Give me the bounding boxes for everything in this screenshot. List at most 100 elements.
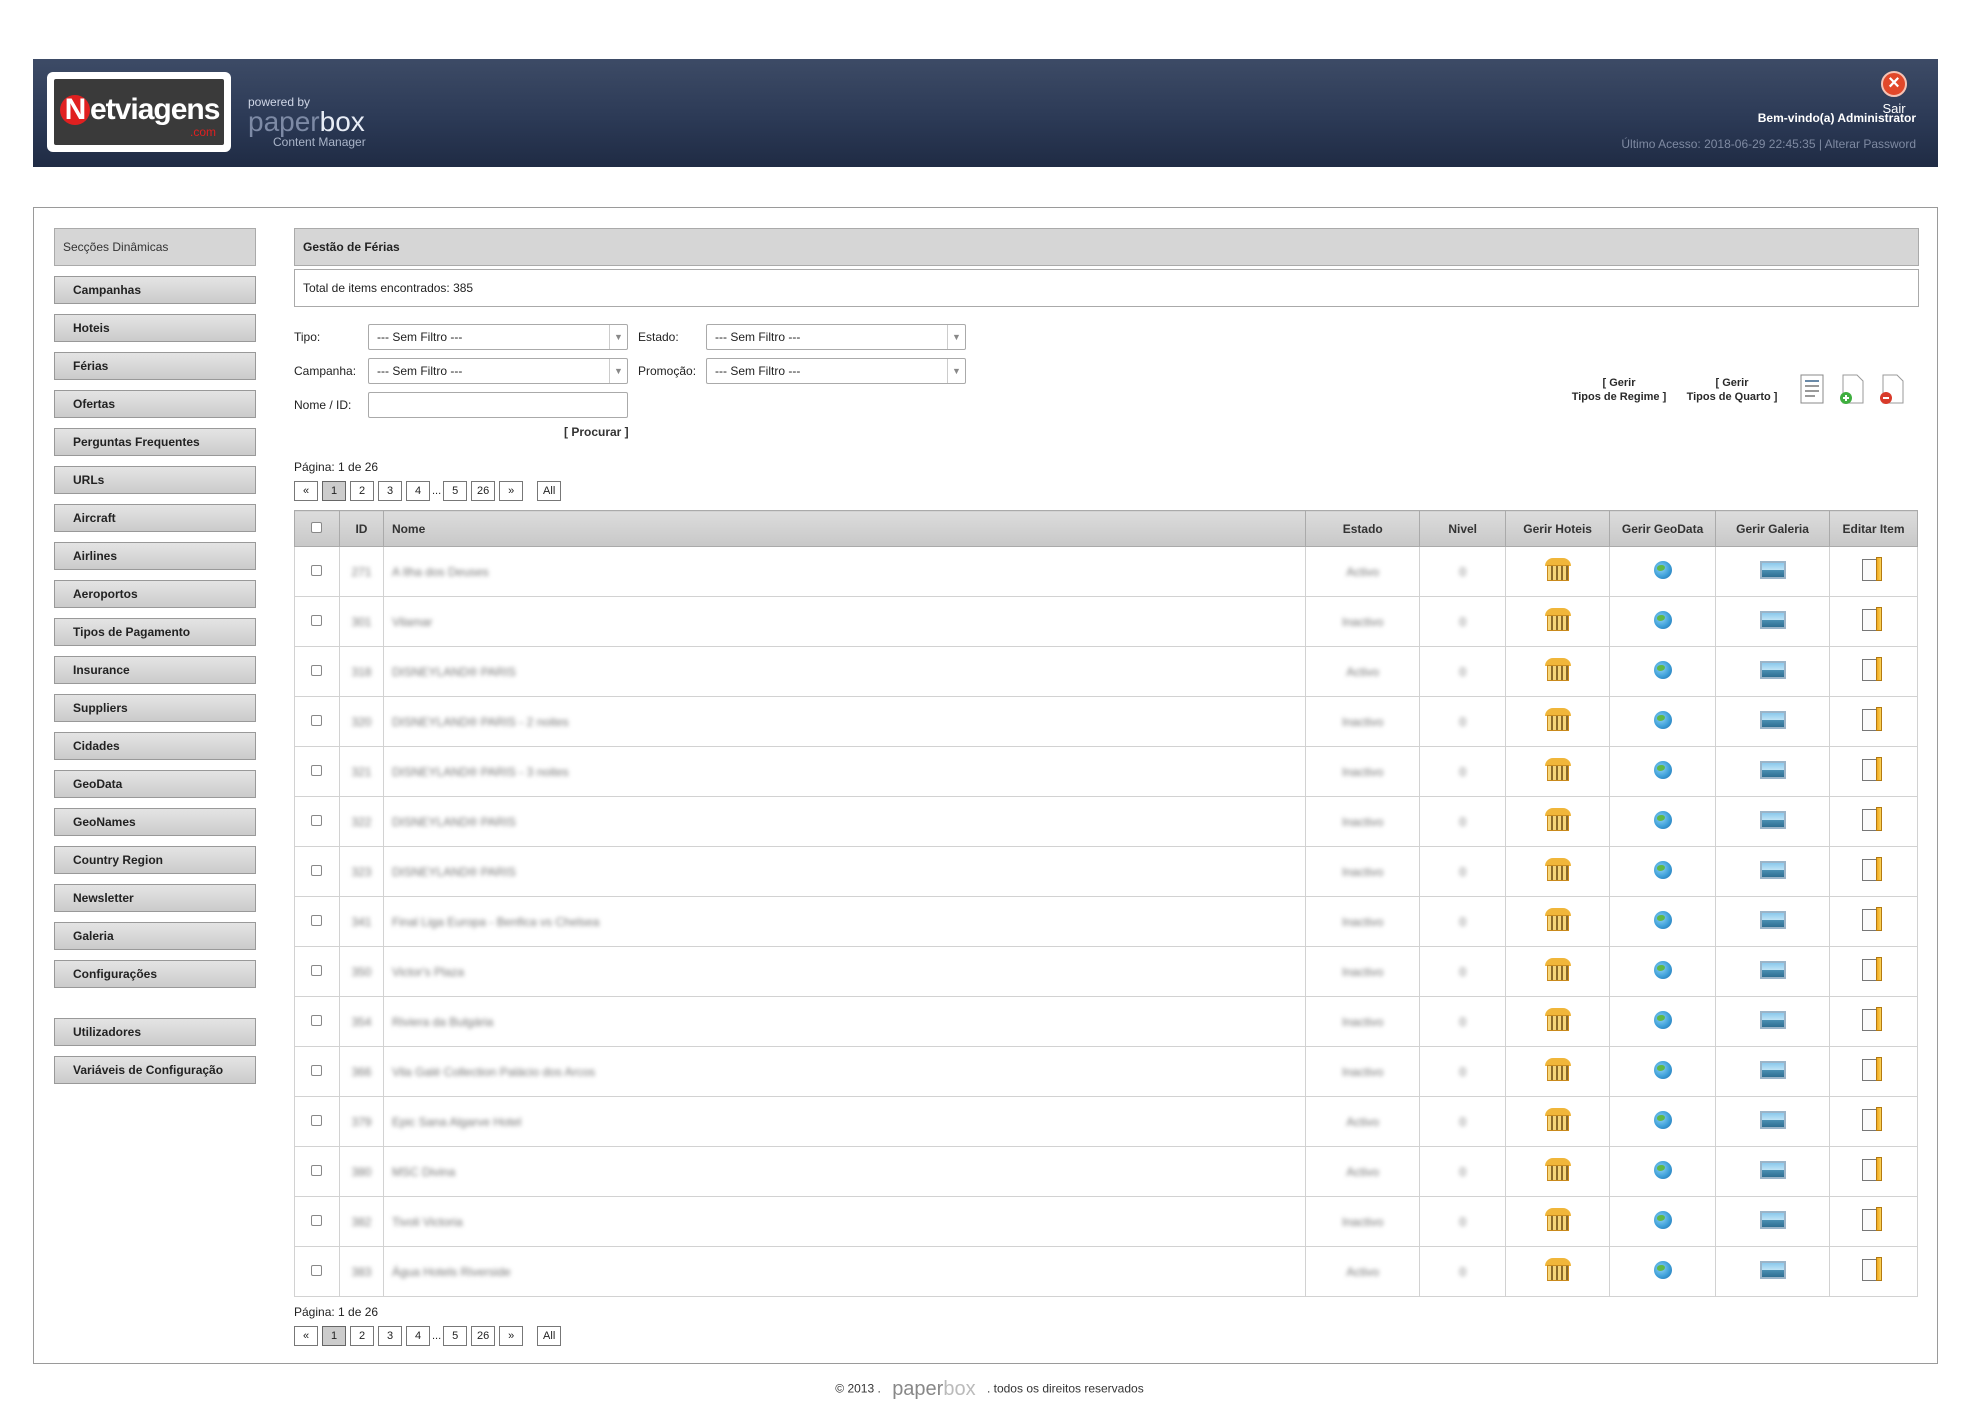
last-access-info[interactable]: Último Acesso: 2018-06-29 22:45:35 | Alt… [1621,137,1916,151]
hotel-icon[interactable] [1544,908,1572,932]
globe-icon[interactable] [1653,961,1672,979]
manage-hotels-cell[interactable] [1505,746,1611,797]
globe-icon[interactable] [1653,1111,1672,1129]
sidebar-item-ferias[interactable]: Férias [54,352,256,380]
sidebar-item-country-region[interactable]: Country Region [54,846,256,874]
hotel-icon[interactable] [1544,1158,1572,1182]
hotel-icon[interactable] [1544,1258,1572,1282]
row-checkbox[interactable] [311,564,323,576]
edit-icon[interactable] [1862,607,1884,633]
page-next-button[interactable]: » [499,1326,524,1346]
globe-icon[interactable] [1653,711,1672,729]
sidebar-item-galeria[interactable]: Galeria [54,922,256,950]
hotel-icon[interactable] [1544,1058,1572,1082]
sidebar-item-geonames[interactable]: GeoNames [54,808,256,836]
manage-gallery-cell[interactable] [1715,1246,1830,1297]
row-nome[interactable]: Riviera da Bulgária [382,996,1307,1047]
edit-item-cell[interactable] [1828,646,1919,697]
manage-geodata-cell[interactable] [1609,946,1717,997]
sidebar-item-ofertas[interactable]: Ofertas [54,390,256,418]
manage-gallery-cell[interactable] [1715,946,1830,997]
row-nome[interactable]: Vila Galé Collection Palácio dos Arcos [382,1046,1307,1097]
row-checkbox[interactable] [311,814,323,826]
image-icon[interactable] [1759,1261,1786,1279]
row-nome[interactable]: Final Liga Europa - Benfica vs Chelsea [382,896,1307,947]
image-icon[interactable] [1759,1111,1786,1129]
campanha-select[interactable]: --- Sem Filtro --- ▼ [368,358,628,384]
row-nome[interactable]: DISNEYLAND® PARIS - 2 noites [382,696,1307,747]
row-checkbox[interactable] [311,914,323,926]
globe-icon[interactable] [1653,861,1672,879]
row-nome[interactable]: DISNEYLAND® PARIS [382,846,1307,897]
edit-icon[interactable] [1862,1207,1884,1233]
row-nome[interactable]: DISNEYLAND® PARIS [382,646,1307,697]
page-button[interactable]: 4 [406,481,430,501]
globe-icon[interactable] [1653,761,1672,779]
manage-gallery-cell[interactable] [1715,1196,1830,1247]
row-checkbox[interactable] [311,1114,323,1126]
manage-regime-types-link[interactable]: [ Gerir Tipos de Regime ] [1564,376,1674,404]
manage-geodata-cell[interactable] [1609,846,1717,897]
estado-select[interactable]: --- Sem Filtro --- ▼ [706,324,966,350]
sidebar-item-suppliers[interactable]: Suppliers [54,694,256,722]
manage-hotels-cell[interactable] [1505,896,1611,947]
row-checkbox[interactable] [311,1014,323,1026]
globe-icon[interactable] [1653,1211,1672,1229]
manage-geodata-cell[interactable] [1609,696,1717,747]
edit-item-cell[interactable] [1828,846,1919,897]
col-nivel-header[interactable]: Nivel [1419,510,1507,547]
page-button[interactable]: 3 [378,481,402,501]
row-checkbox[interactable] [311,764,323,776]
edit-icon[interactable] [1862,907,1884,933]
page-button[interactable]: 4 [406,1326,430,1346]
hotel-icon[interactable] [1544,958,1572,982]
hotel-icon[interactable] [1544,758,1572,782]
globe-icon[interactable] [1653,1161,1672,1179]
row-nome[interactable]: Epic Sana Algarve Hotel [382,1096,1307,1147]
manage-gallery-cell[interactable] [1715,796,1830,847]
edit-icon[interactable] [1862,1057,1884,1083]
row-nome[interactable]: MSC Divina [382,1146,1307,1197]
globe-icon[interactable] [1653,661,1672,679]
row-checkbox[interactable] [311,1164,323,1176]
edit-icon[interactable] [1862,1257,1884,1283]
manage-hotels-cell[interactable] [1505,1096,1611,1147]
edit-item-cell[interactable] [1828,1096,1919,1147]
sidebar-item-perguntas-frequentes[interactable]: Perguntas Frequentes [54,428,256,456]
sidebar-item-utilizadores[interactable]: Utilizadores [54,1018,256,1046]
manage-hotels-cell[interactable] [1505,1246,1611,1297]
row-checkbox[interactable] [311,614,323,626]
col-id-header[interactable]: ID [338,510,384,547]
row-checkbox[interactable] [311,1064,323,1076]
edit-item-cell[interactable] [1828,946,1919,997]
edit-icon[interactable] [1862,807,1884,833]
edit-icon[interactable] [1862,957,1884,983]
image-icon[interactable] [1759,811,1786,829]
edit-item-cell[interactable] [1828,546,1919,597]
manage-room-types-link[interactable]: [ Gerir Tipos de Quarto ] [1682,376,1782,404]
manage-geodata-cell[interactable] [1609,1146,1717,1197]
hotel-icon[interactable] [1544,658,1572,682]
manage-hotels-cell[interactable] [1505,1196,1611,1247]
hotel-icon[interactable] [1544,808,1572,832]
manage-gallery-cell[interactable] [1715,696,1830,747]
row-checkbox[interactable] [311,864,323,876]
image-icon[interactable] [1759,911,1786,929]
page-next-button[interactable]: » [499,481,524,501]
row-checkbox[interactable] [311,964,323,976]
edit-item-cell[interactable] [1828,796,1919,847]
manage-geodata-cell[interactable] [1609,596,1717,647]
globe-icon[interactable] [1653,561,1672,579]
edit-item-cell[interactable] [1828,996,1919,1047]
row-nome[interactable]: Água Hotels Riverside [382,1246,1307,1297]
sidebar-item-insurance[interactable]: Insurance [54,656,256,684]
image-icon[interactable] [1759,861,1786,879]
manage-gallery-cell[interactable] [1715,1146,1830,1197]
manage-hotels-cell[interactable] [1505,696,1611,747]
manage-gallery-cell[interactable] [1715,1046,1830,1097]
sidebar-item-newsletter[interactable]: Newsletter [54,884,256,912]
edit-icon[interactable] [1862,707,1884,733]
hotel-icon[interactable] [1544,1108,1572,1132]
image-icon[interactable] [1759,1211,1786,1229]
page-button[interactable]: 5 [443,481,468,501]
